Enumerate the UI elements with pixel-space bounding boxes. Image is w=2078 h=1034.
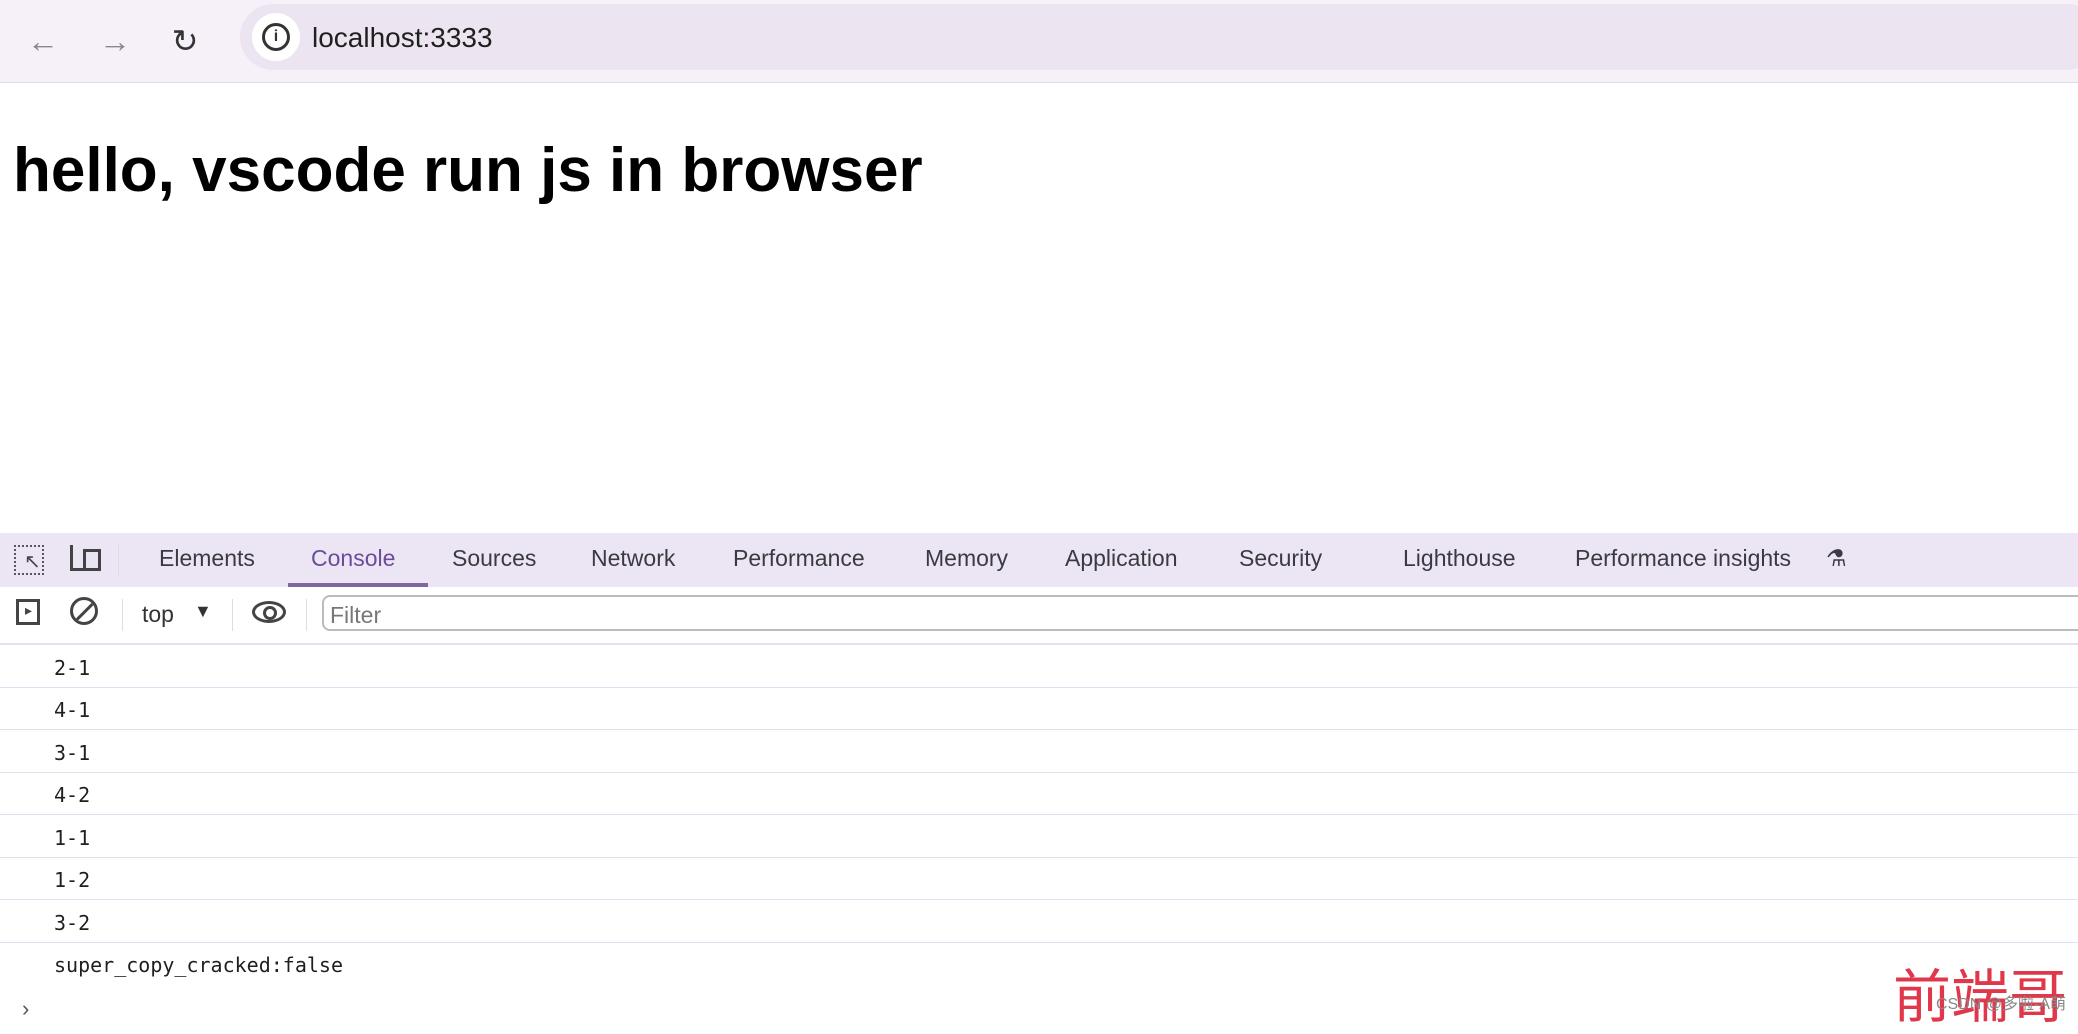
console-message: 1-1 <box>0 816 2078 858</box>
context-selector[interactable]: top <box>142 601 174 628</box>
tab-console[interactable]: Console <box>311 545 395 572</box>
tab-lighthouse[interactable]: Lighthouse <box>1403 545 1516 572</box>
back-button[interactable]: ← <box>20 18 66 64</box>
devtools-tab-bar: ↖ Elements Console Sources Network Perfo… <box>0 533 2078 587</box>
console-message: 3-1 <box>0 731 2078 773</box>
tab-sources[interactable]: Sources <box>452 545 536 572</box>
site-info-icon[interactable]: i <box>252 13 300 61</box>
console-prompt[interactable]: › <box>22 996 29 1022</box>
watermark-credit: CSDN @多啦-A萌 <box>1936 996 2067 1013</box>
console-message: 4-2 <box>0 773 2078 815</box>
tab-performance[interactable]: Performance <box>733 545 865 572</box>
address-bar[interactable]: i localhost:3333 <box>240 4 2078 70</box>
dropdown-arrow-icon[interactable]: ▼ <box>194 601 212 622</box>
clear-console-icon[interactable] <box>70 597 98 625</box>
tab-network[interactable]: Network <box>591 545 675 572</box>
tab-security[interactable]: Security <box>1239 545 1322 572</box>
device-toolbar-icon[interactable] <box>70 545 101 571</box>
filter-input[interactable]: Filter <box>322 595 2078 631</box>
console-message: 2-1 <box>0 646 2078 688</box>
tab-elements[interactable]: Elements <box>159 545 255 572</box>
forward-button[interactable]: → <box>92 18 138 64</box>
console-message: 1-2 <box>0 858 2078 900</box>
flask-icon: ⚗ <box>1826 545 1847 571</box>
tab-memory[interactable]: Memory <box>925 545 1008 572</box>
inspect-element-icon[interactable]: ↖ <box>14 545 44 575</box>
console-toolbar: ▸ top ▼ Filter <box>0 587 2078 645</box>
browser-toolbar: ← → ↻ i localhost:3333 <box>0 0 2078 83</box>
sidebar-toggle-icon[interactable]: ▸ <box>16 599 40 625</box>
console-message: 4-1 <box>0 688 2078 730</box>
tab-application[interactable]: Application <box>1065 545 1178 572</box>
page-heading: hello, vscode run js in browser <box>13 136 923 205</box>
console-message: 3-2 <box>0 901 2078 943</box>
reload-button[interactable]: ↻ <box>162 18 208 64</box>
live-expression-eye-icon[interactable] <box>252 601 286 623</box>
console-message: super_copy_cracked:false <box>54 953 343 977</box>
tab-performance-insights[interactable]: Performance insights <box>1575 545 1791 572</box>
url-text: localhost:3333 <box>312 22 493 53</box>
